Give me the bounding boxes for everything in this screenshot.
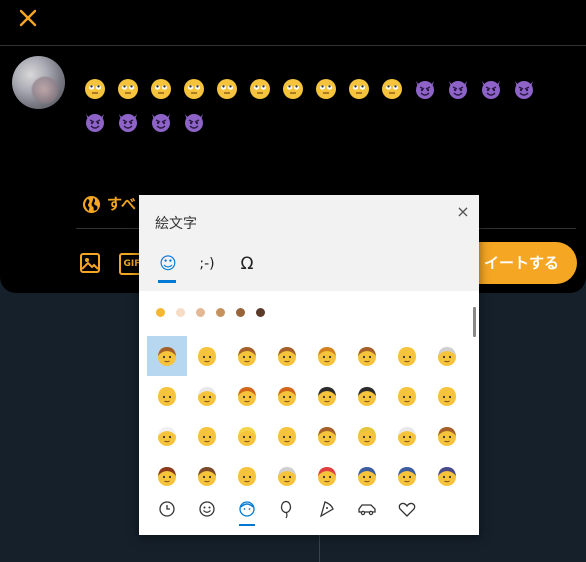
emoji-face-rolling-eyes (315, 77, 337, 99)
emoji-cell[interactable] (187, 416, 227, 456)
emoji-face-rolling-eyes (150, 77, 172, 99)
smiley-icon[interactable] (196, 498, 218, 520)
emoji-cell[interactable] (347, 456, 387, 496)
emoji-cell[interactable] (147, 416, 187, 456)
header-divider (0, 45, 586, 46)
people-icon[interactable] (236, 498, 258, 520)
emoji-cell[interactable] (267, 376, 307, 416)
clock-icon[interactable] (156, 498, 178, 520)
skin-tone-light[interactable] (176, 308, 185, 317)
skin-tone-medium-light[interactable] (196, 308, 205, 317)
emoji-cell[interactable] (267, 456, 307, 496)
emoji-face-rolling-eyes (282, 77, 304, 99)
emoji-cell[interactable] (387, 376, 427, 416)
emoji-cell[interactable] (227, 456, 267, 496)
emoji-cell[interactable] (187, 376, 227, 416)
emoji-cell[interactable] (267, 416, 307, 456)
emoji-smiling-devil (513, 77, 535, 99)
emoji-smiling-devil (447, 77, 469, 99)
emoji-cell[interactable] (427, 376, 467, 416)
emoji-cell[interactable] (347, 336, 387, 376)
audience-label: すべ (107, 195, 136, 213)
skin-tone-dark[interactable] (256, 308, 265, 317)
skin-tone-medium-dark[interactable] (236, 308, 245, 317)
heart-icon[interactable] (396, 498, 418, 520)
picker-scrollbar[interactable] (473, 307, 476, 337)
image-icon[interactable] (79, 252, 101, 274)
emoji-cell[interactable] (307, 456, 347, 496)
emoji-face-rolling-eyes (117, 77, 139, 99)
emoji-cell[interactable] (347, 416, 387, 456)
avatar[interactable] (12, 56, 65, 109)
emoji-cell[interactable] (227, 336, 267, 376)
emoji-smiling-devil (183, 110, 205, 132)
audience-selector[interactable]: すべ (82, 193, 136, 215)
skin-tone-medium[interactable] (216, 308, 225, 317)
emoji-cell[interactable] (387, 416, 427, 456)
tweet-textarea[interactable] (84, 70, 574, 136)
emoji-cell[interactable] (427, 336, 467, 376)
pizza-icon[interactable] (316, 498, 338, 520)
emoji-cell[interactable] (267, 336, 307, 376)
emoji-cell[interactable] (227, 416, 267, 456)
active-category-indicator (239, 524, 255, 526)
car-icon[interactable] (356, 498, 378, 520)
emoji-cell[interactable] (307, 376, 347, 416)
emoji-smiling-devil (414, 77, 436, 99)
emoji-smiling-devil (117, 110, 139, 132)
skin-tone-default[interactable] (156, 308, 165, 317)
emoji-cell[interactable] (147, 336, 187, 376)
picker-title: 絵文字 (155, 216, 197, 232)
emoji-face-rolling-eyes (249, 77, 271, 99)
emoji-cell[interactable] (147, 376, 187, 416)
emoji-cell[interactable] (307, 416, 347, 456)
emoji-cell[interactable] (427, 456, 467, 496)
emoji-face-rolling-eyes (84, 77, 106, 99)
emoji-cell[interactable] (187, 336, 227, 376)
emoji-cell[interactable] (427, 416, 467, 456)
tab-emoji[interactable]: ☺ (155, 251, 181, 277)
emoji-smiling-devil (480, 77, 502, 99)
tab-kaomoji[interactable]: ;-) (194, 251, 220, 277)
emoji-smiling-devil (84, 110, 106, 132)
emoji-face-rolling-eyes (348, 77, 370, 99)
picker-close-icon[interactable]: × (455, 204, 471, 220)
close-icon[interactable] (16, 6, 40, 30)
emoji-cell[interactable] (187, 456, 227, 496)
emoji-face-rolling-eyes (381, 77, 403, 99)
picker-header: 絵文字 × ☺ ;-) Ω (139, 195, 479, 291)
emoji-cell[interactable] (307, 336, 347, 376)
emoji-cell[interactable] (387, 456, 427, 496)
emoji-smiling-devil (150, 110, 172, 132)
active-tab-indicator (158, 280, 176, 283)
emoji-face-rolling-eyes (183, 77, 205, 99)
balloon-icon[interactable] (276, 498, 298, 520)
emoji-cell[interactable] (147, 456, 187, 496)
emoji-picker: 絵文字 × ☺ ;-) Ω (139, 195, 479, 535)
tab-symbols[interactable]: Ω (234, 251, 260, 277)
emoji-cell[interactable] (387, 336, 427, 376)
emoji-cell[interactable] (347, 376, 387, 416)
globe-icon (82, 195, 101, 214)
emoji-face-rolling-eyes (216, 77, 238, 99)
emoji-cell[interactable] (227, 376, 267, 416)
